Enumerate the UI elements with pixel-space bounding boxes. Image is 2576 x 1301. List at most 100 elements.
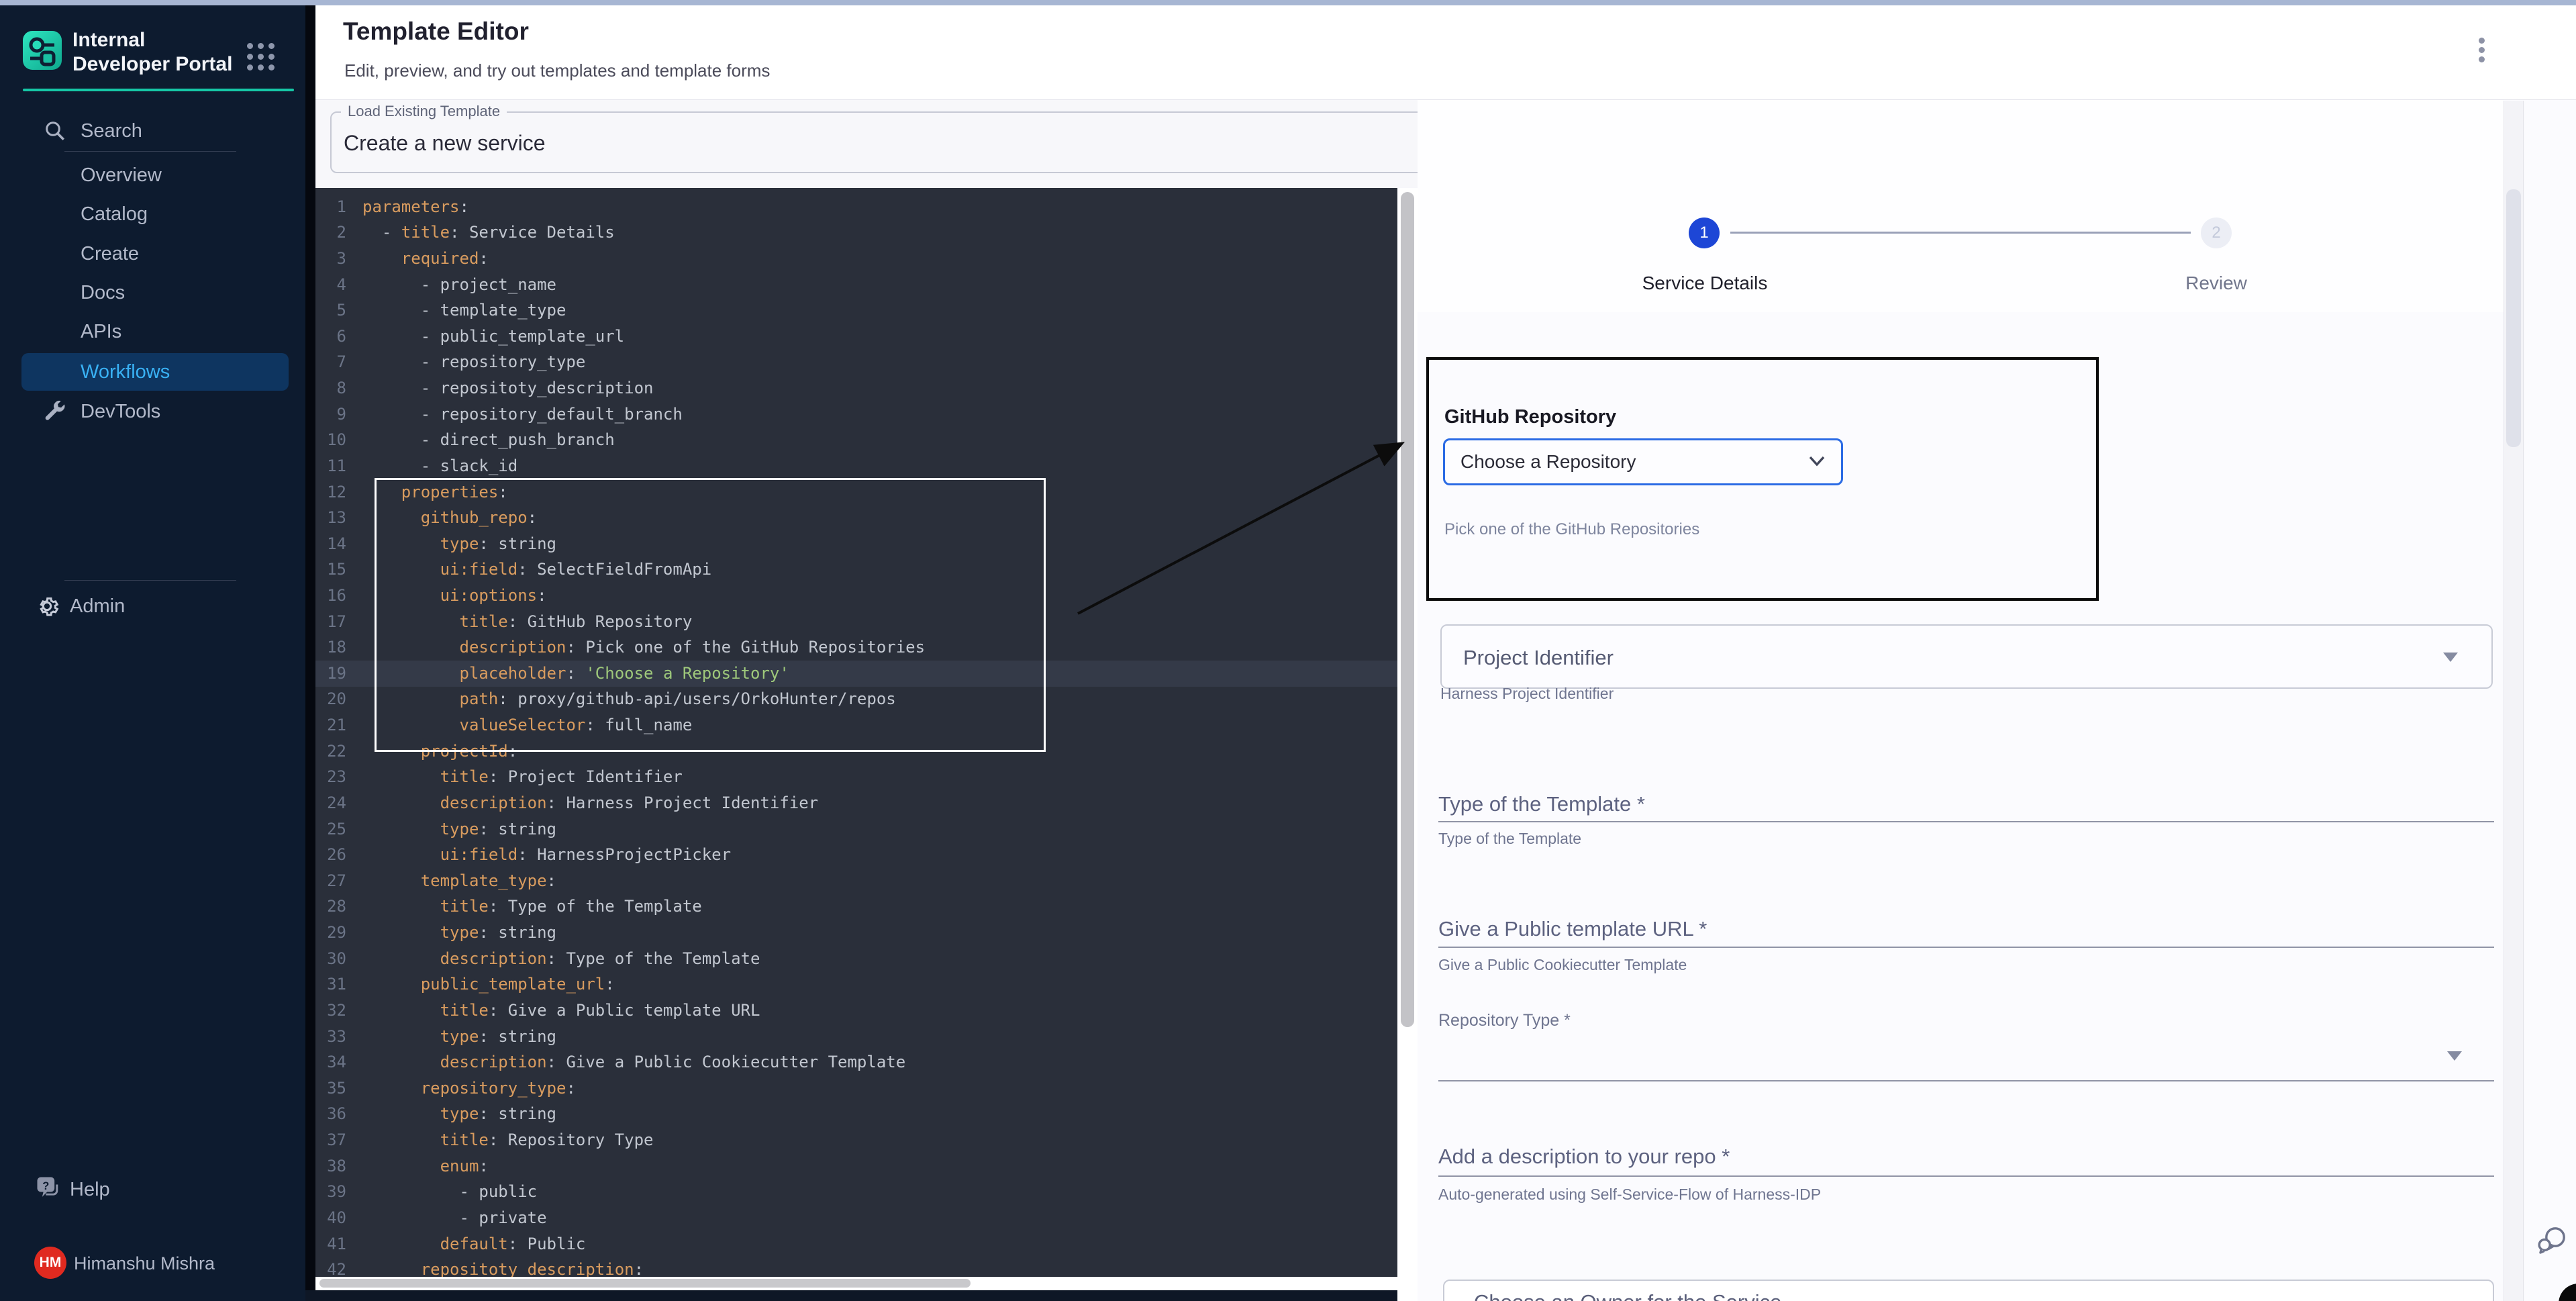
sidebar-item-docs[interactable]: Docs: [0, 274, 305, 311]
load-template-value: Create a new service: [344, 131, 546, 156]
code-line-6: 6 - public_template_url: [315, 324, 1397, 350]
sidebar-item-label: Workflows: [81, 361, 170, 383]
wrench-icon: [43, 399, 67, 424]
more-options-icon[interactable]: [2475, 38, 2487, 64]
code-line-11: 11 - slack_id: [315, 453, 1397, 479]
app-grid-icon[interactable]: [247, 43, 275, 70]
stepper-connector: [1730, 232, 2191, 234]
sidebar-item-catalog[interactable]: Catalog: [0, 195, 305, 233]
code-line-9: 9 - repository_default_branch: [315, 401, 1397, 428]
brand-title: Internal Developer Portal: [72, 28, 240, 77]
template-type-helper: Type of the Template: [1438, 830, 1581, 848]
sidebar-item-label: Docs: [81, 282, 125, 304]
sidebar-item-label: Help: [70, 1179, 110, 1201]
code-line-39: 39 - public: [315, 1179, 1397, 1205]
sidebar-item-workflows[interactable]: Workflows: [21, 353, 289, 391]
editor-horizontal-scroll-thumb[interactable]: [319, 1279, 971, 1288]
code-line-32: 32 title: Give a Public template URL: [315, 998, 1397, 1024]
code-line-23: 23 title: Project Identifier: [315, 764, 1397, 790]
slider-glyph-icon: [23, 31, 62, 70]
public-template-url-helper: Give a Public Cookiecutter Template: [1438, 956, 1687, 974]
code-line-8: 8 - repositoty_description: [315, 375, 1397, 401]
sidebar: Internal Developer Portal Search Overview…: [0, 5, 305, 1301]
sidebar-item-label: Search: [81, 120, 142, 142]
github-repository-value: Choose a Repository: [1460, 451, 1636, 473]
sidebar-item-label: Overview: [81, 164, 162, 187]
help-chat-icon: ?: [34, 1173, 63, 1203]
sidebar-item-create[interactable]: Create: [0, 235, 305, 273]
sidebar-item-search[interactable]: Search: [0, 112, 305, 150]
code-line-4: 4 - project_name: [315, 272, 1397, 298]
public-template-url-underline: [1438, 947, 2494, 948]
idp-logo-icon[interactable]: [23, 31, 62, 70]
sidebar-item-label: APIs: [81, 321, 121, 343]
sidebar-item-label: Admin: [70, 595, 125, 618]
svg-text:?: ?: [42, 1180, 49, 1192]
repo-description-input[interactable]: Add a description to your repo *: [1438, 1145, 1730, 1169]
step-1-circle[interactable]: 1: [1689, 218, 1720, 248]
service-owner-value: Choose an Owner for the Service: [1474, 1290, 1781, 1301]
yaml-code-editor[interactable]: 1parameters:2 - title: Service Details3 …: [315, 188, 1397, 1277]
user-name[interactable]: Himanshu Mishra: [74, 1253, 215, 1274]
project-identifier-helper: Harness Project Identifier: [1440, 685, 1614, 703]
nav-divider: [64, 151, 236, 152]
code-line-28: 28 title: Type of the Template: [315, 894, 1397, 920]
code-line-36: 36 type: string: [315, 1101, 1397, 1127]
repo-description-underline: [1438, 1175, 2494, 1177]
sidebar-item-apis[interactable]: APIs: [0, 313, 305, 350]
user-avatar[interactable]: HM: [34, 1247, 66, 1279]
code-line-37: 37 title: Repository Type: [315, 1127, 1397, 1153]
step-1-number: 1: [1699, 224, 1708, 242]
brand-divider: [23, 89, 294, 91]
code-line-24: 24 description: Harness Project Identifi…: [315, 790, 1397, 816]
code-line-2: 2 - title: Service Details: [315, 220, 1397, 246]
project-identifier-value: Project Identifier: [1463, 646, 1614, 670]
code-line-31: 31 public_template_url:: [315, 971, 1397, 998]
app-root: Internal Developer Portal Search Overview…: [0, 0, 2576, 1301]
code-line-3: 3 required:: [315, 246, 1397, 272]
stepper-section: [1418, 100, 2504, 312]
wrench-icon: [43, 399, 66, 422]
avatar-initials: HM: [40, 1255, 62, 1271]
code-line-33: 33 type: string: [315, 1024, 1397, 1050]
step-2-circle[interactable]: 2: [2201, 218, 2232, 248]
template-type-underline: [1438, 821, 2494, 822]
page-header: [315, 5, 2576, 100]
code-line-35: 35 repository_type:: [315, 1075, 1397, 1102]
dropdown-arrow-icon[interactable]: [2447, 1051, 2462, 1061]
sidebar-item-devtools[interactable]: DevTools: [0, 393, 305, 430]
code-line-41: 41 default: Public: [315, 1231, 1397, 1257]
code-line-40: 40 - private: [315, 1205, 1397, 1231]
search-icon: [43, 119, 67, 143]
sidebar-item-help[interactable]: ? Help: [34, 1173, 289, 1206]
code-line-38: 38 enum:: [315, 1153, 1397, 1179]
code-line-10: 10 - direct_push_branch: [315, 427, 1397, 453]
code-annotation-rectangle: [375, 478, 1046, 752]
nav-divider-bottom: [64, 580, 236, 581]
gear-icon: [34, 593, 60, 620]
github-repository-helper: Pick one of the GitHub Repositories: [1444, 520, 1699, 539]
chat-support-icon[interactable]: [2534, 1224, 2569, 1258]
search-icon: [43, 119, 67, 143]
step-2-number: 2: [2212, 224, 2220, 242]
code-line-29: 29 type: string: [315, 920, 1397, 946]
repository-type-label: Repository Type *: [1438, 1011, 1571, 1030]
sidebar-item-label: Catalog: [81, 203, 148, 226]
code-line-1: 1parameters:: [315, 194, 1397, 220]
panel-scroll-thumb[interactable]: [2506, 189, 2521, 447]
chevron-down-icon: [1808, 455, 1826, 467]
sidebar-item-overview[interactable]: Overview: [0, 156, 305, 194]
code-line-25: 25 type: string: [315, 816, 1397, 842]
public-template-url-input[interactable]: Give a Public template URL *: [1438, 917, 1707, 941]
sidebar-edge: [305, 5, 315, 1301]
editor-vertical-scroll-thumb[interactable]: [1401, 192, 1414, 1027]
step-2-label: Review: [2149, 273, 2283, 294]
window-top-edge: [0, 0, 2576, 5]
code-line-30: 30 description: Type of the Template: [315, 946, 1397, 972]
step-1-label: Service Details: [1604, 273, 1805, 294]
repository-type-underline: [1438, 1080, 2494, 1081]
sidebar-item-admin[interactable]: Admin: [34, 591, 289, 621]
code-line-26: 26 ui:field: HarnessProjectPicker: [315, 842, 1397, 868]
code-line-5: 5 - template_type: [315, 297, 1397, 324]
template-type-input[interactable]: Type of the Template *: [1438, 792, 1645, 816]
